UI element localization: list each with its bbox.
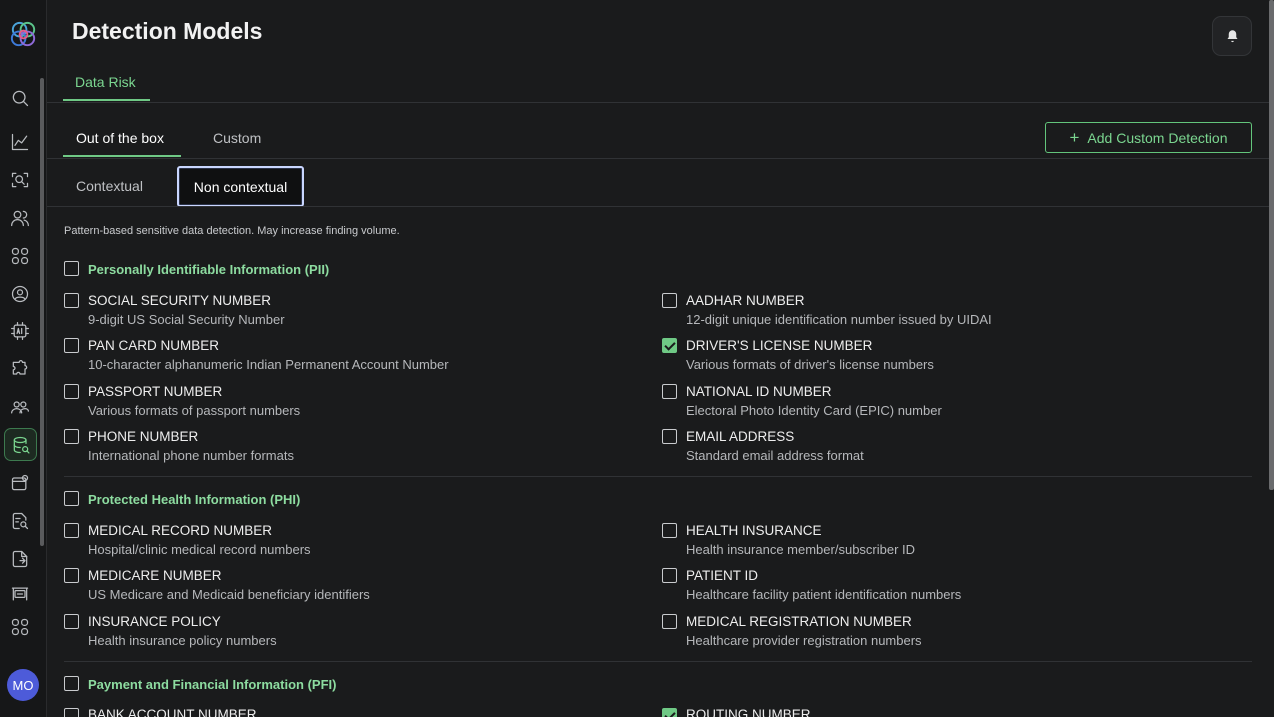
item-description: Standard email address format bbox=[686, 448, 864, 463]
checkbox-patient-id[interactable] bbox=[662, 568, 677, 583]
category-checkbox-pfi[interactable] bbox=[64, 676, 79, 691]
checkbox-medical-record-number[interactable] bbox=[64, 523, 79, 538]
scan-icon[interactable] bbox=[9, 169, 31, 191]
item-title: ROUTING NUMBER bbox=[686, 707, 811, 717]
item-description: Healthcare facility patient identificati… bbox=[686, 587, 962, 602]
grid-icon[interactable] bbox=[9, 616, 31, 638]
category-checkbox-pii[interactable] bbox=[64, 261, 79, 276]
user-circle-icon[interactable] bbox=[9, 283, 31, 305]
checkbox-national-id-number[interactable] bbox=[662, 384, 677, 399]
document-search-icon[interactable] bbox=[9, 510, 31, 532]
app-logo[interactable] bbox=[7, 18, 40, 51]
category-title-pii: Personally Identifiable Information (PII… bbox=[88, 262, 330, 277]
add-custom-detection-label: Add Custom Detection bbox=[1087, 129, 1228, 146]
avatar[interactable]: MO bbox=[7, 669, 39, 701]
server-icon[interactable] bbox=[9, 583, 31, 605]
bell-icon bbox=[1227, 29, 1237, 42]
checkbox-health-insurance[interactable] bbox=[662, 523, 677, 538]
apps-icon[interactable] bbox=[9, 245, 31, 267]
divider bbox=[64, 661, 1252, 662]
plus-icon: + bbox=[1069, 128, 1080, 147]
groups-icon[interactable] bbox=[9, 396, 31, 418]
item-description: Various formats of driver's license numb… bbox=[686, 357, 934, 372]
item-title: MEDICAL RECORD NUMBER bbox=[88, 523, 273, 538]
item-title: MEDICARE NUMBER bbox=[88, 568, 222, 583]
checkbox-pan-card-number[interactable] bbox=[64, 338, 79, 353]
item-title: HEALTH INSURANCE bbox=[686, 523, 822, 538]
checkbox-email-address[interactable] bbox=[662, 429, 677, 444]
item-title: PATIENT ID bbox=[686, 568, 759, 583]
checkbox-aadhar-number[interactable] bbox=[662, 293, 677, 308]
item-description: International phone number formats bbox=[88, 448, 294, 463]
item-title: MEDICAL REGISTRATION NUMBER bbox=[686, 614, 912, 629]
checkbox-phone-number[interactable] bbox=[64, 429, 79, 444]
item-description: 9-digit US Social Security Number bbox=[88, 312, 285, 327]
item-title: INSURANCE POLICY bbox=[88, 614, 221, 629]
item-title: SOCIAL SECURITY NUMBER bbox=[88, 293, 272, 308]
file-icon[interactable] bbox=[9, 548, 31, 570]
checkbox-passport-number[interactable] bbox=[64, 384, 79, 399]
add-custom-detection-button[interactable]: + Add Custom Detection bbox=[1045, 122, 1252, 153]
tab-non-contextual[interactable]: Non contextual bbox=[177, 166, 304, 207]
item-title: AADHAR NUMBER bbox=[686, 293, 805, 308]
divider bbox=[64, 476, 1252, 477]
item-title: NATIONAL ID NUMBER bbox=[686, 384, 832, 399]
checkbox-medicare-number[interactable] bbox=[64, 568, 79, 583]
data-risk-icon[interactable] bbox=[4, 428, 37, 461]
users-icon[interactable] bbox=[9, 207, 31, 229]
sidebar: MO bbox=[0, 0, 47, 717]
checkbox-bank-account-number[interactable] bbox=[64, 708, 79, 717]
wallet-icon[interactable] bbox=[9, 472, 31, 494]
category-checkbox-phi[interactable] bbox=[64, 491, 79, 506]
checkbox-insurance-policy[interactable] bbox=[64, 614, 79, 629]
item-title: DRIVER'S LICENSE NUMBER bbox=[686, 338, 873, 353]
section-description: Pattern-based sensitive data detection. … bbox=[64, 225, 400, 237]
item-description: Hospital/clinic medical record numbers bbox=[88, 542, 311, 557]
checkbox-routing-number[interactable] bbox=[662, 708, 677, 717]
item-description: 12-digit unique identification number is… bbox=[686, 312, 992, 327]
item-title: BANK ACCOUNT NUMBER bbox=[88, 707, 257, 717]
ai-icon[interactable] bbox=[9, 320, 31, 342]
item-title: PASSPORT NUMBER bbox=[88, 384, 223, 399]
divider bbox=[47, 102, 1269, 103]
item-description: Electoral Photo Identity Card (EPIC) num… bbox=[686, 403, 942, 418]
sidebar-scrollbar[interactable] bbox=[40, 78, 44, 546]
item-title: PAN CARD NUMBER bbox=[88, 338, 220, 353]
tab-contextual[interactable]: Contextual bbox=[76, 178, 143, 194]
item-title: PHONE NUMBER bbox=[88, 429, 199, 444]
item-description: Various formats of passport numbers bbox=[88, 403, 301, 418]
category-title-pfi: Payment and Financial Information (PFI) bbox=[88, 677, 337, 692]
checkbox-drivers-license-number[interactable] bbox=[662, 338, 677, 353]
item-description: Health insurance policy numbers bbox=[88, 633, 277, 648]
divider bbox=[47, 206, 1269, 207]
item-title: EMAIL ADDRESS bbox=[686, 429, 795, 444]
item-description: Health insurance member/subscriber ID bbox=[686, 542, 916, 557]
item-description: US Medicare and Medicaid beneficiary ide… bbox=[88, 587, 370, 602]
plugin-icon[interactable] bbox=[9, 358, 31, 380]
tab-underline bbox=[63, 155, 181, 157]
checkbox-medical-registration-number[interactable] bbox=[662, 614, 677, 629]
item-description: Healthcare provider registration numbers bbox=[686, 633, 922, 648]
tab-out-of-the-box[interactable]: Out of the box bbox=[76, 130, 164, 146]
search-icon[interactable] bbox=[9, 87, 31, 109]
page-title: Detection Models bbox=[72, 18, 263, 44]
tab-underline bbox=[63, 99, 150, 101]
tab-data-risk[interactable]: Data Risk bbox=[75, 74, 136, 90]
tab-custom[interactable]: Custom bbox=[213, 130, 261, 146]
divider bbox=[47, 158, 1269, 159]
notifications-button[interactable] bbox=[1212, 16, 1252, 56]
category-title-phi: Protected Health Information (PHI) bbox=[88, 492, 301, 507]
analytics-icon[interactable] bbox=[9, 131, 31, 153]
item-description: 10-character alphanumeric Indian Permane… bbox=[88, 357, 449, 372]
checkbox-social-security-number[interactable] bbox=[64, 293, 79, 308]
page-scrollbar[interactable] bbox=[1269, 0, 1274, 490]
